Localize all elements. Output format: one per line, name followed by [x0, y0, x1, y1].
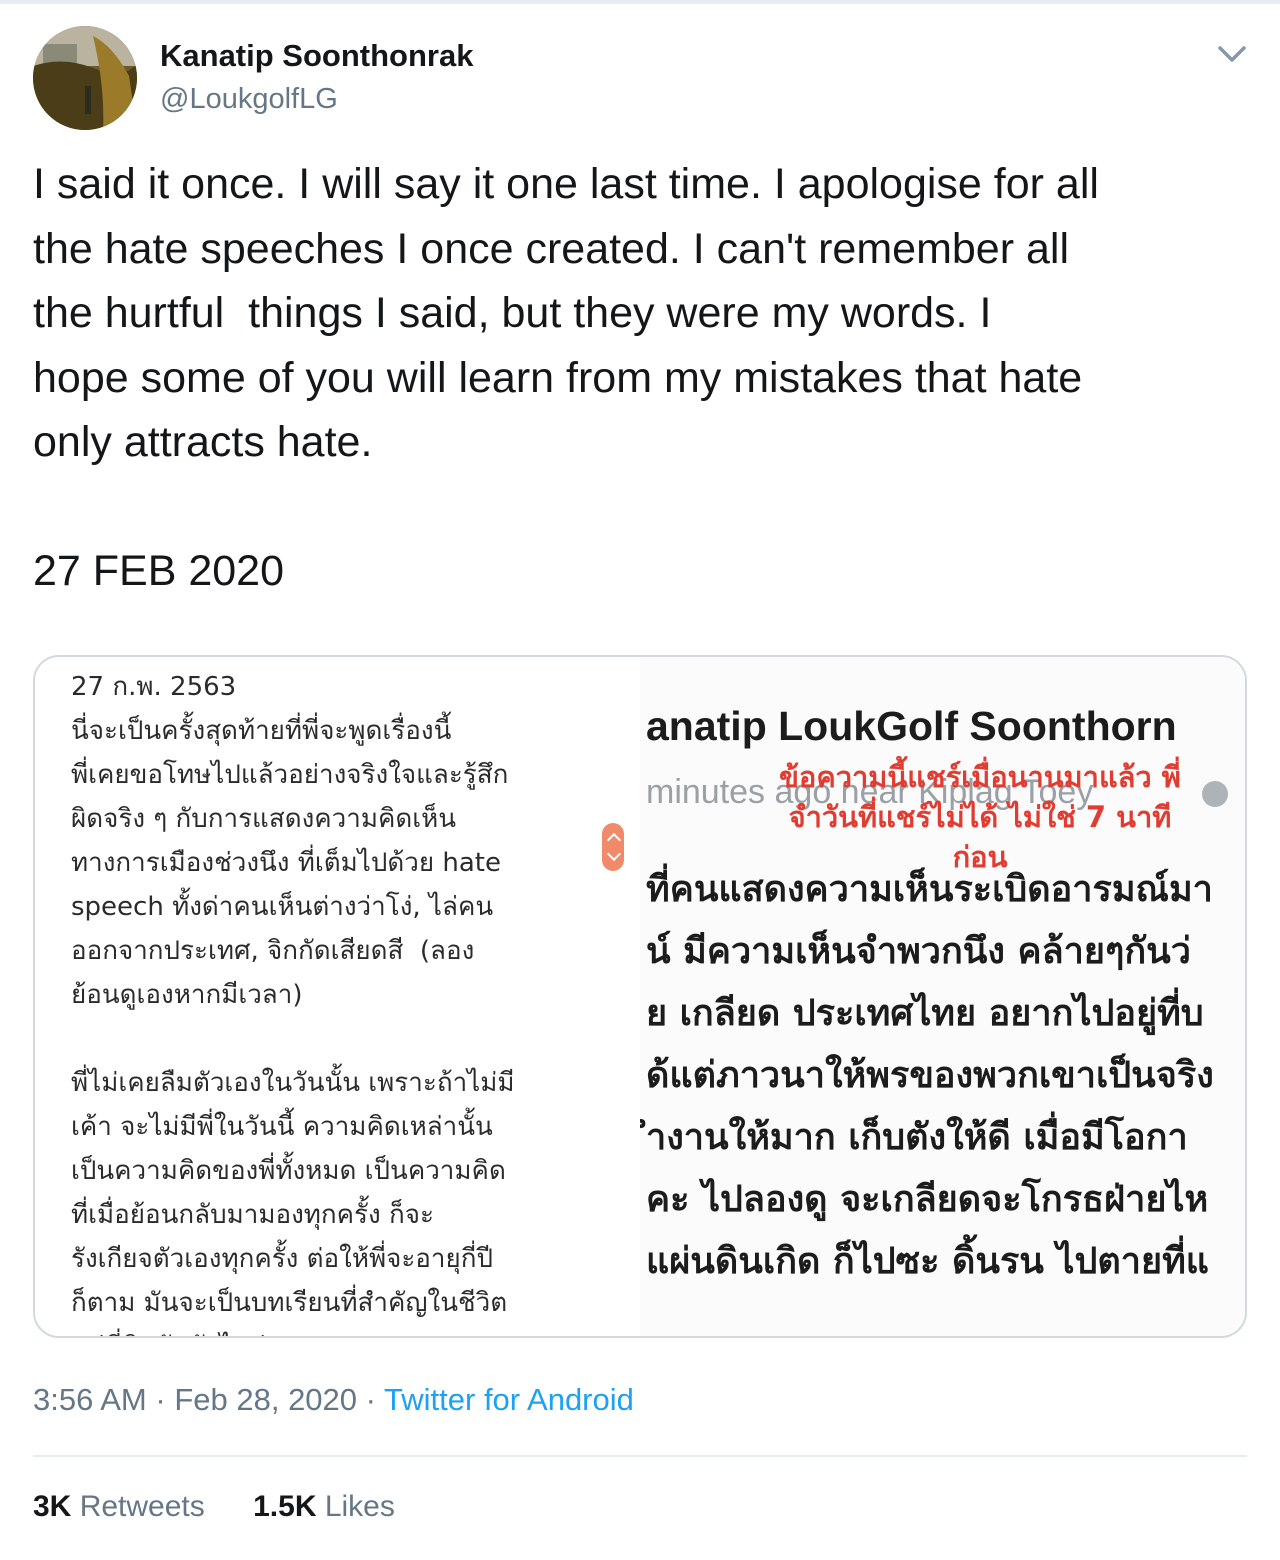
- meta-separator: ·: [365, 1382, 376, 1417]
- post-line: น์ มีความเห็นจำพวกนึง คล้ายๆกันว่: [646, 931, 1191, 972]
- divider: [33, 1455, 1247, 1457]
- avatar[interactable]: [33, 26, 137, 130]
- tweet-text: I said it once. I will say it one last t…: [33, 160, 1099, 595]
- tweet-time[interactable]: 3:56 AM: [33, 1382, 147, 1417]
- tweet-timestamp: 3:56 AM · Feb 28, 2020 · Twitter for And…: [33, 1382, 634, 1418]
- tweet-stats: 3K Retweets 1.5K Likes: [33, 1490, 435, 1524]
- avatar-image: [33, 26, 137, 130]
- chevron-down-icon[interactable]: [1214, 38, 1250, 68]
- post-author-name: anatip LoukGolf Soonthorn: [646, 703, 1177, 749]
- user-handle[interactable]: @LoukgolfLG: [160, 83, 338, 116]
- post-line: ด้แต่ภาวนาให้พรของพวกเขาเป็นจริง: [646, 1055, 1214, 1096]
- retweets-count: 3K: [33, 1490, 72, 1523]
- likes-count: 1.5K: [253, 1490, 317, 1523]
- top-border: [0, 0, 1280, 4]
- retweets-label: Retweets: [79, 1490, 205, 1523]
- tweet-media[interactable]: 27 ก.พ. 2563 นี่จะเป็นครั้งสุดท้ายที่พี่…: [33, 655, 1247, 1338]
- tweet-date[interactable]: Feb 28, 2020: [174, 1382, 357, 1417]
- note-date: 27 ก.พ. 2563: [71, 672, 237, 702]
- meta-separator: ·: [155, 1382, 166, 1417]
- note-paragraph-2: พี่ไม่เคยลืมตัวเองในวันนั้น เพราะถ้าไม่ม…: [71, 1068, 515, 1336]
- post-line: ย เกลียด ประเทศไทย อยากไปอยู่ที่บ: [646, 993, 1204, 1034]
- post-body: ที่คนแสดงความเห็นระเบิดอารมณ์มา น์ มีควา…: [646, 859, 1245, 1293]
- screenshot-post-right: anatip LoukGolf Soonthorn minutes ago ne…: [640, 657, 1245, 1336]
- post-line: คะ ไปลองดู จะเกลียดจะโกรธฝ่ายไห: [646, 1179, 1209, 1220]
- retweets-stat[interactable]: 3K Retweets: [33, 1490, 205, 1524]
- screenshot-note-left: 27 ก.พ. 2563 นี่จะเป็นครั้งสุดท้ายที่พี่…: [35, 657, 640, 1336]
- post-line: ำงานให้มาก เก็บตังให้ดี เมื่อมีโอกา: [646, 1117, 1188, 1158]
- display-name[interactable]: Kanatip Soonthonrak: [160, 38, 473, 74]
- post-line: แผ่นดินเกิด ก็ไปซะ ดิ้นรน ไปตายที่แ: [646, 1241, 1210, 1282]
- likes-stat[interactable]: 1.5K Likes: [253, 1490, 395, 1524]
- post-line: ที่คนแสดงความเห็นระเบิดอารมณ์มา: [646, 869, 1213, 910]
- note-paragraph-1: นี่จะเป็นครั้งสุดท้ายที่พี่จะพูดเรื่องนี…: [71, 716, 509, 1010]
- likes-label: Likes: [324, 1490, 395, 1523]
- tweet-source-link[interactable]: Twitter for Android: [384, 1382, 634, 1417]
- scroll-handle: [602, 823, 624, 871]
